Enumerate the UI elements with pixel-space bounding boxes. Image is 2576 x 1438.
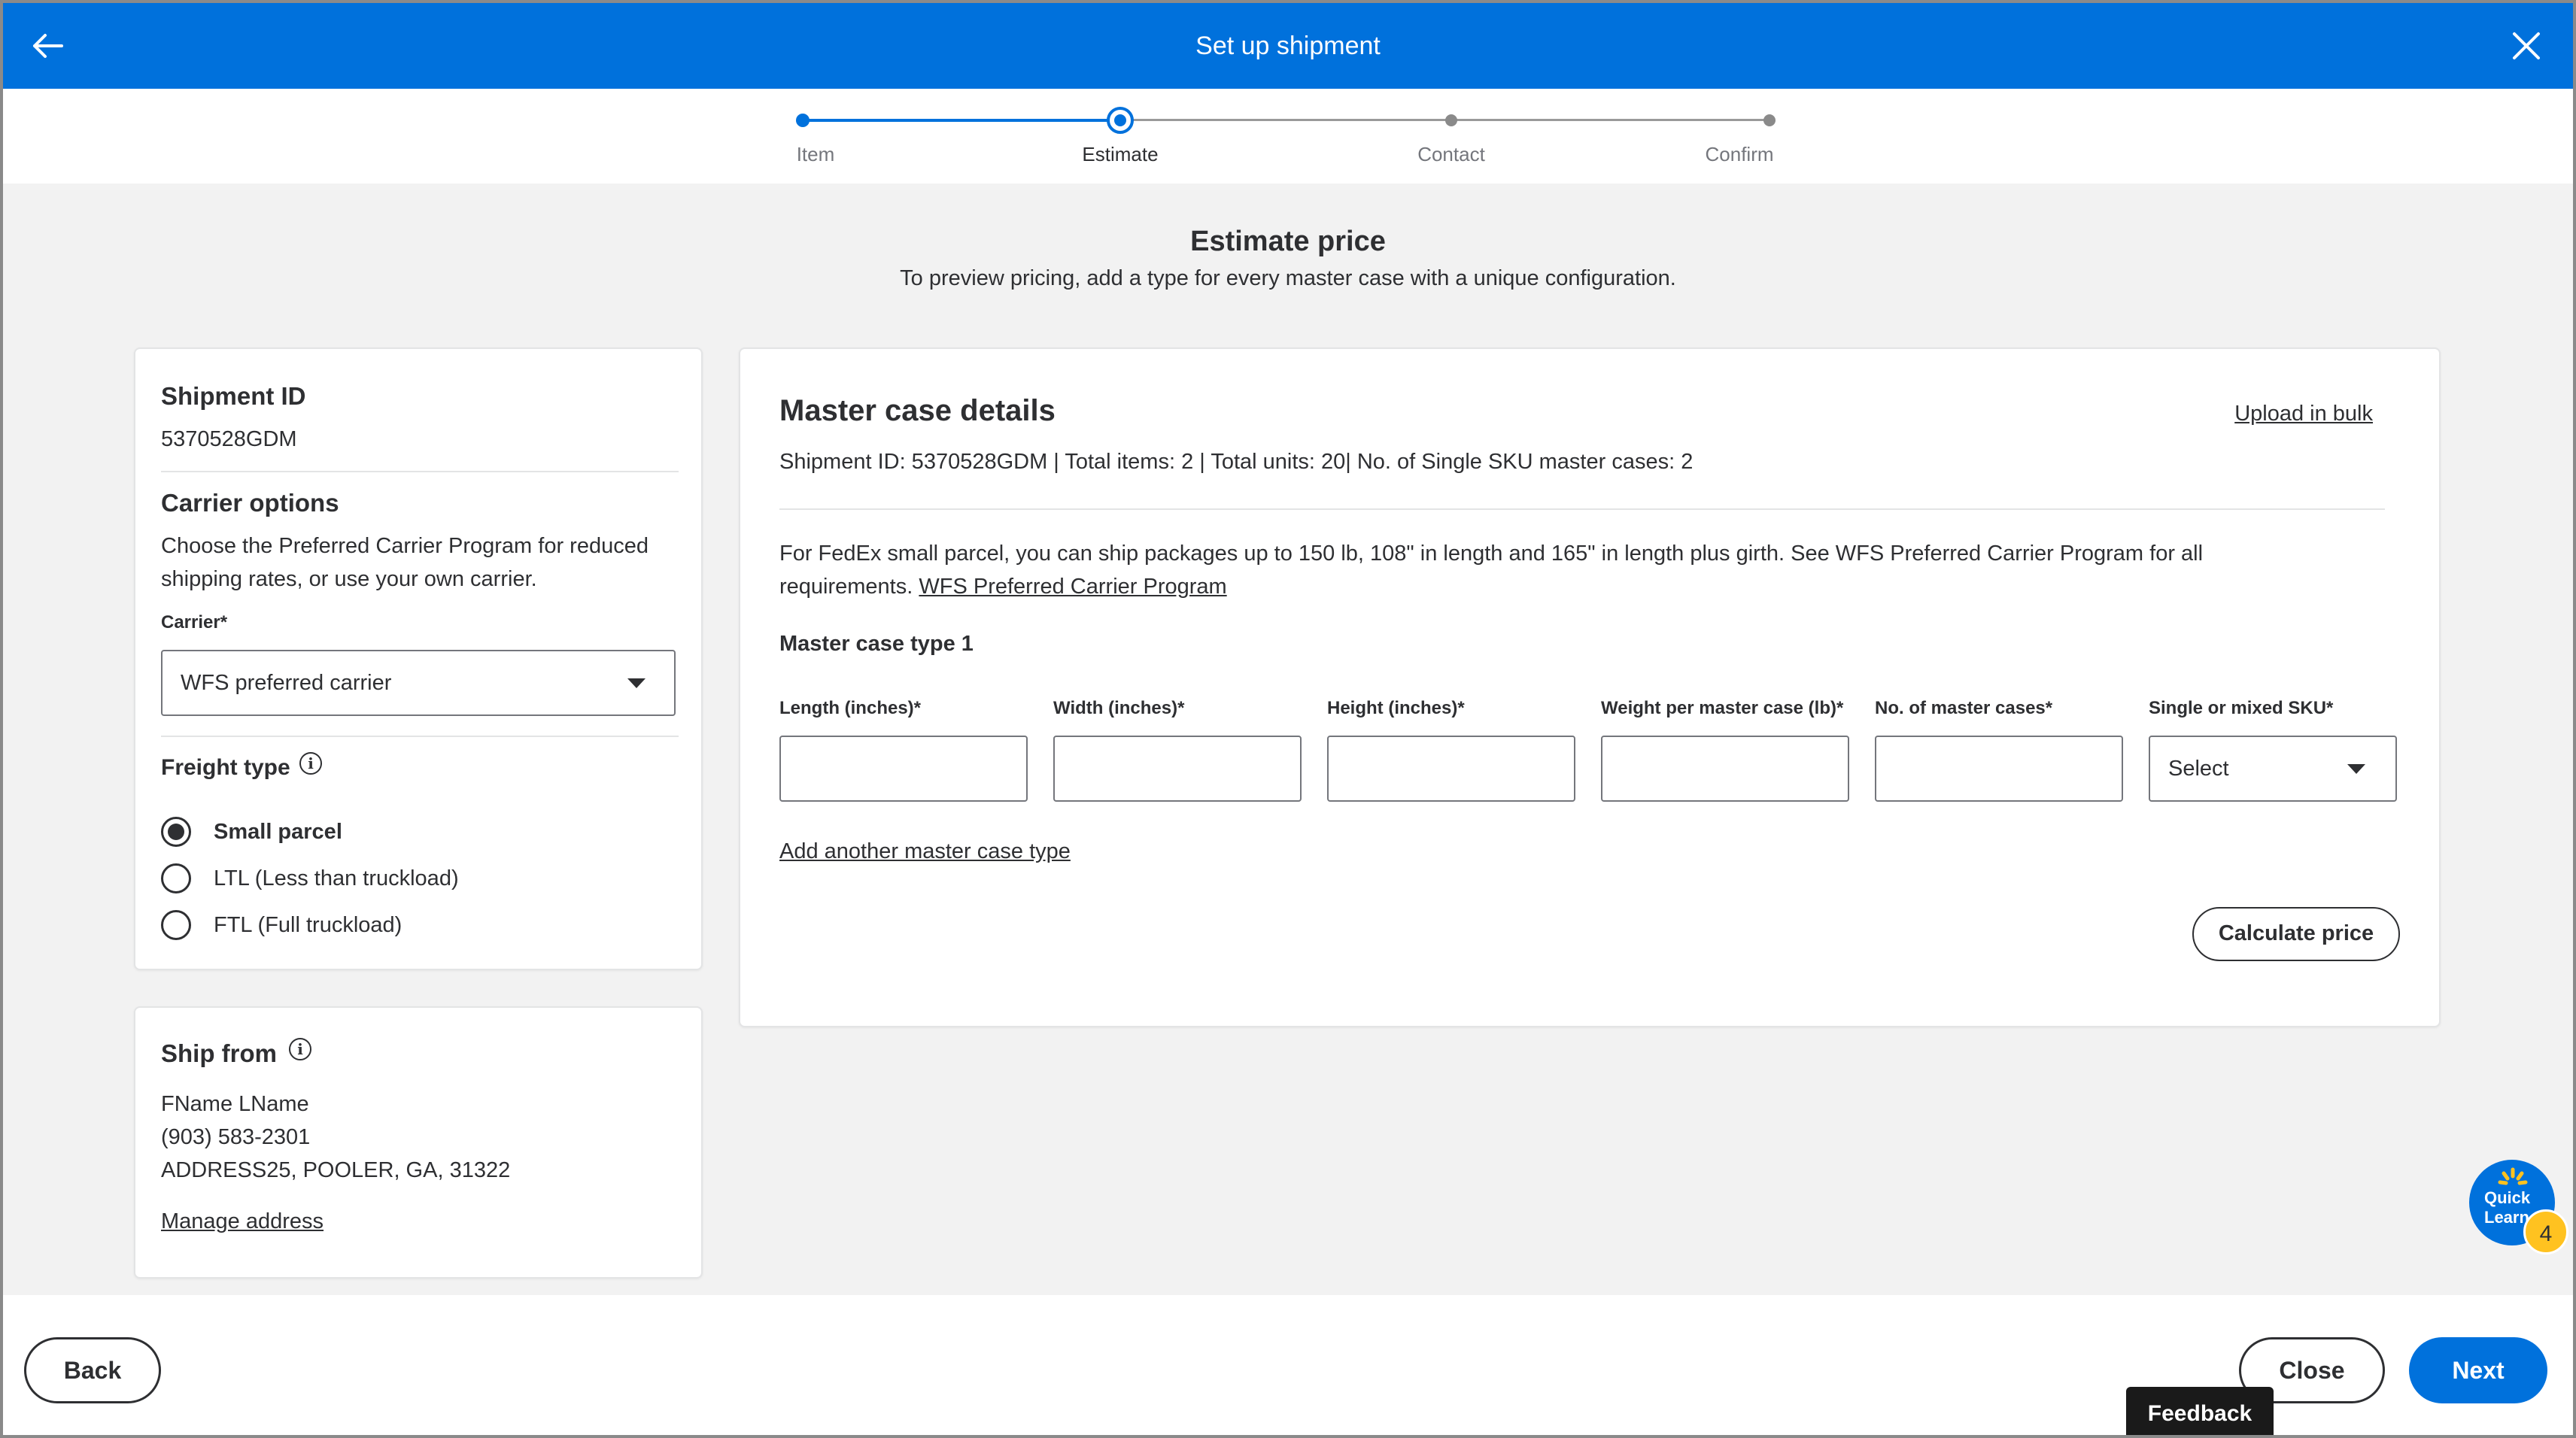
ship-from-card: Ship from i FName LName (903) 583-2301 A… [134,1006,703,1279]
ship-from-name: FName LName [161,1092,309,1116]
step-item-dot [796,114,810,127]
height-label: Height (inches)* [1327,698,1465,718]
carrier-select[interactable]: WFS preferred carrier [161,650,676,716]
calculate-price-button[interactable]: Calculate price [2192,907,2400,961]
width-input[interactable] [1053,736,1302,802]
case-count-label: No. of master cases* [1875,698,2053,718]
quick-learn-badge: 4 [2523,1209,2568,1254]
sku-type-select[interactable]: Select [2149,736,2397,802]
ship-from-address: ADDRESS25, POOLER, GA, 31322 [161,1158,511,1182]
chevron-down-icon [627,678,646,688]
length-label: Length (inches)* [779,698,922,718]
shipment-id-value: 5370528GDM [161,427,297,451]
divider [161,736,679,737]
freight-type-heading: Freight type [161,755,290,780]
chevron-down-icon [2347,764,2365,774]
stepper-line-complete [803,119,1120,122]
carrier-select-value: WFS preferred carrier [181,671,392,695]
next-button[interactable]: Next [2409,1337,2547,1403]
case-count-input[interactable] [1875,736,2123,802]
section-title: Estimate price [1190,226,1386,257]
shipment-options-card: Shipment ID 5370528GDM Carrier options C… [134,347,703,970]
back-button[interactable]: Back [24,1337,161,1403]
master-case-card: Master case details Upload in bulk Shipm… [739,347,2441,1027]
header-bar: Set up shipment [3,3,2573,89]
sku-type-label: Single or mixed SKU* [2149,698,2334,718]
radio-ltl[interactable] [161,863,191,893]
radio-small-parcel[interactable] [161,817,191,847]
close-icon[interactable] [2502,22,2550,70]
width-label: Width (inches)* [1053,698,1185,718]
step-confirm-dot [1763,114,1776,126]
manage-address-link[interactable]: Manage address [161,1209,324,1234]
weight-label: Weight per master case (lb)* [1601,698,1844,718]
carrier-options-heading: Carrier options [161,489,339,517]
upload-in-bulk-link[interactable]: Upload in bulk [2234,402,2373,426]
length-input[interactable] [779,736,1028,802]
feedback-tab[interactable]: Feedback [2126,1387,2274,1435]
add-master-case-link[interactable]: Add another master case type [779,839,1071,864]
step-contact-dot [1445,114,1457,126]
radio-ftl[interactable] [161,910,191,940]
preferred-carrier-link[interactable]: WFS Preferred Carrier Program [919,575,1226,599]
carrier-notice: For FedEx small parcel, you can ship pac… [779,537,2269,603]
shipment-summary: Shipment ID: 5370528GDM | Total items: 2… [779,450,1694,474]
step-estimate-dot [1107,107,1134,134]
info-icon[interactable]: i [289,1038,311,1060]
sku-type-select-value: Select [2168,757,2229,781]
step-label-estimate: Estimate [1082,143,1159,165]
carrier-description: Choose the Preferred Carrier Program for… [161,534,649,591]
master-case-heading: Master case details [779,394,1056,427]
spark-icon [2498,1167,2528,1185]
step-label-item[interactable]: Item [797,143,835,166]
page-title: Set up shipment [1195,32,1381,60]
step-label-contact: Contact [1417,143,1485,165]
progress-stepper: Item Estimate Contact Confirm [3,89,2573,184]
section-subtitle: To preview pricing, add a type for every… [900,266,1676,290]
radio-label-ltl[interactable]: LTL (Less than truckload) [214,866,459,891]
radio-label-small-parcel[interactable]: Small parcel [214,820,342,845]
ship-from-phone: (903) 583-2301 [161,1125,311,1149]
master-case-type-heading: Master case type 1 [779,632,974,656]
height-input[interactable] [1327,736,1575,802]
divider [779,508,2385,510]
weight-input[interactable] [1601,736,1849,802]
carrier-label: Carrier* [161,612,228,633]
info-icon[interactable]: i [299,752,322,775]
ship-from-heading: Ship from [161,1039,277,1067]
step-label-confirm: Confirm [1705,143,1774,165]
app-window: Set up shipment Item Estimate Contact Co… [0,0,2576,1438]
shipment-id-heading: Shipment ID [161,382,306,410]
radio-label-ftl[interactable]: FTL (Full truckload) [214,913,402,938]
divider [161,471,679,472]
